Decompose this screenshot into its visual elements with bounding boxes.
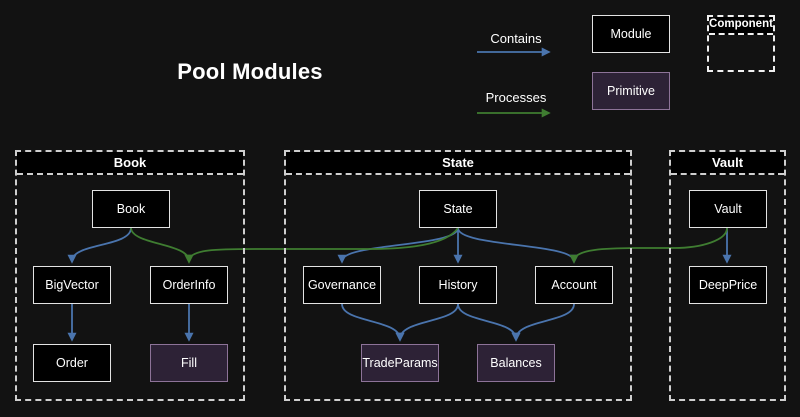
node-fill: Fill: [150, 344, 228, 382]
node-orderinfo-label: OrderInfo: [163, 278, 216, 292]
node-governance-label: Governance: [308, 278, 376, 292]
container-state-title: State: [286, 152, 630, 175]
node-state-label: State: [443, 202, 472, 216]
node-vault-label: Vault: [714, 202, 742, 216]
container-book-title: Book: [17, 152, 243, 175]
node-balances: Balances: [477, 344, 555, 382]
node-account-label: Account: [551, 278, 596, 292]
node-bigvector-label: BigVector: [45, 278, 99, 292]
page-title: Pool Modules: [150, 59, 350, 85]
node-deepprice-label: DeepPrice: [699, 278, 757, 292]
node-deepprice: DeepPrice: [689, 266, 767, 304]
node-state: State: [419, 190, 497, 228]
legend-contains-label: Contains: [477, 31, 555, 46]
legend-processes-label: Processes: [477, 90, 555, 105]
legend-component-swatch: Component: [707, 15, 775, 72]
legend-component-label: Component: [709, 17, 773, 35]
node-order: Order: [33, 344, 111, 382]
node-book-label: Book: [117, 202, 146, 216]
node-bigvector: BigVector: [33, 266, 111, 304]
node-history: History: [419, 266, 497, 304]
node-balances-label: Balances: [490, 356, 541, 370]
node-orderinfo: OrderInfo: [150, 266, 228, 304]
node-fill-label: Fill: [181, 356, 197, 370]
legend-primitive-label: Primitive: [607, 84, 655, 98]
legend-module-label: Module: [611, 27, 652, 41]
node-vault: Vault: [689, 190, 767, 228]
legend-module-swatch: Module: [592, 15, 670, 53]
legend-primitive-swatch: Primitive: [592, 72, 670, 110]
node-account: Account: [535, 266, 613, 304]
node-book: Book: [92, 190, 170, 228]
node-tradeparams: TradeParams: [361, 344, 439, 382]
container-vault-title: Vault: [671, 152, 784, 175]
node-history-label: History: [439, 278, 478, 292]
node-governance: Governance: [303, 266, 381, 304]
node-tradeparams-label: TradeParams: [362, 356, 437, 370]
node-order-label: Order: [56, 356, 88, 370]
pool-modules-diagram: Pool Modules Contains Processes Module P…: [0, 0, 800, 417]
